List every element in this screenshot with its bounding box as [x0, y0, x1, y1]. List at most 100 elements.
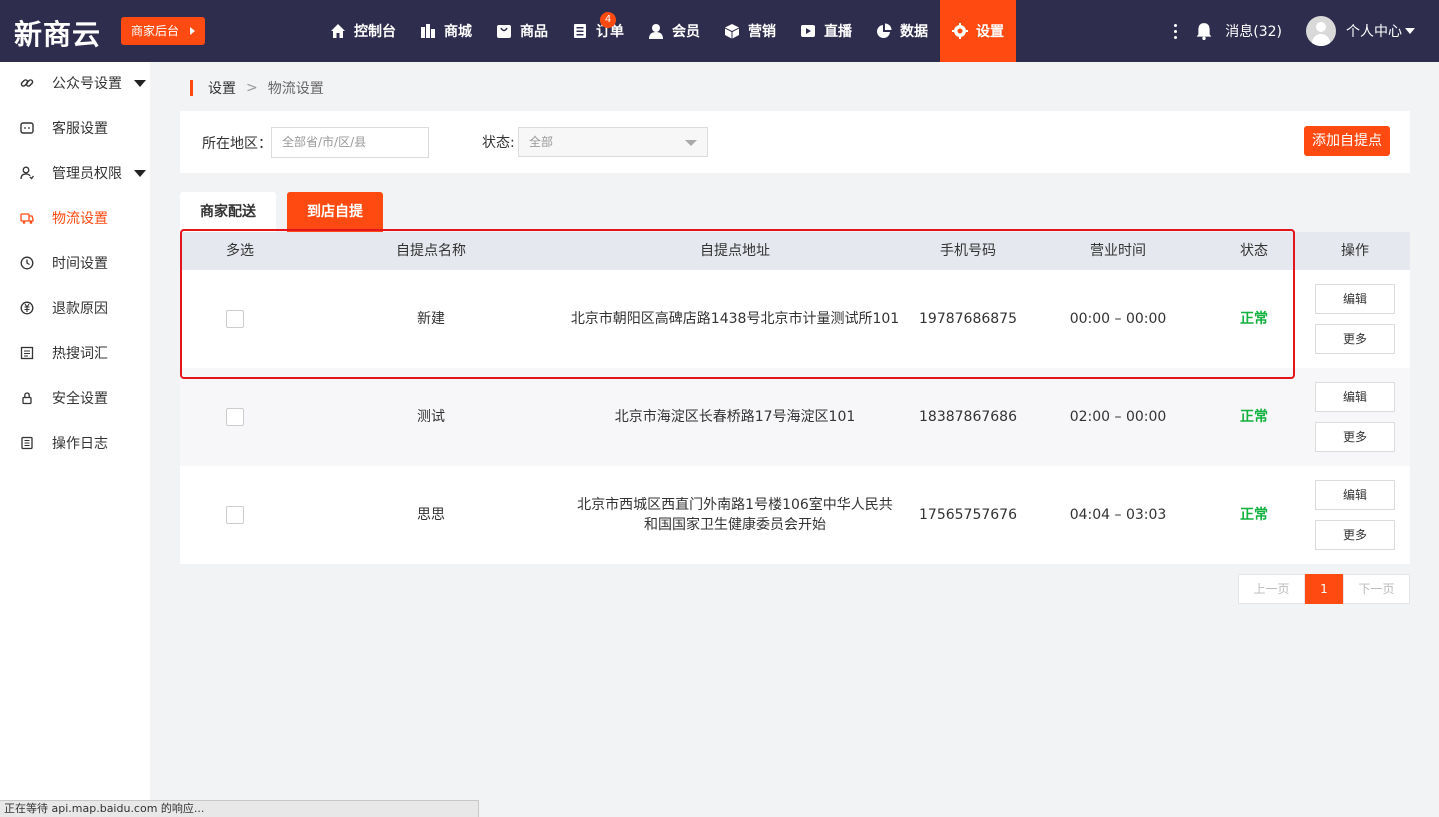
table-header: 多选 自提点名称 自提点地址 手机号码 营业时间 状态 操作	[180, 232, 1410, 270]
pickup-name: 思思	[417, 507, 445, 523]
delivery-tabs: 商家配送 到店自提	[180, 192, 394, 232]
more-vertical-icon[interactable]	[1165, 21, 1185, 41]
sidebar-item-label: 热搜词汇	[52, 346, 108, 362]
column-header-hours: 营业时间	[1090, 243, 1146, 259]
top-right-area: 消息(32) 个人中心	[1165, 0, 1439, 62]
sidebar-item-wechat-settings[interactable]: 公众号设置	[0, 63, 150, 103]
profile-menu[interactable]: 个人中心	[1346, 21, 1415, 41]
nav-label: 数据	[900, 24, 928, 40]
edit-button[interactable]: 编辑	[1315, 382, 1395, 412]
home-icon	[331, 24, 345, 38]
table-row: 新建 北京市朝阳区高碑店路1438号北京市计量测试所101 1978768687…	[180, 270, 1410, 368]
nav-label: 商品	[520, 24, 548, 40]
sidebar-item-operation-log[interactable]: 操作日志	[0, 423, 150, 463]
region-label: 所在地区：	[202, 136, 272, 152]
edit-button[interactable]: 编辑	[1315, 284, 1395, 314]
pickup-address: 北京市朝阳区高碑店路1438号北京市计量测试所101	[570, 311, 900, 327]
pickup-address: 北京市西城区西直门外南路1号楼106室中华人民共和国国家卫生健康委员会开始	[577, 497, 893, 533]
messages-link[interactable]: 消息(32)	[1225, 21, 1282, 41]
link-icon	[20, 79, 34, 87]
table-row: 思思 北京市西城区西直门外南路1号楼106室中华人民共和国国家卫生健康委员会开始…	[180, 466, 1410, 564]
nav-item-orders[interactable]: 订单 4	[560, 0, 636, 62]
sidebar-item-time-settings[interactable]: 时间设置	[0, 243, 150, 283]
sidebar-item-refund-reasons[interactable]: 退款原因	[0, 288, 150, 328]
caret-down-icon	[134, 170, 146, 177]
row-checkbox[interactable]	[226, 310, 244, 328]
next-page-button[interactable]: 下一页	[1343, 574, 1410, 604]
sidebar-item-label: 操作日志	[52, 436, 108, 452]
merchant-backend-label: 商家后台	[131, 24, 180, 38]
chat-icon	[20, 122, 34, 134]
sidebar-item-security[interactable]: 安全设置	[0, 378, 150, 418]
breadcrumb-separator: >	[246, 80, 258, 96]
sidebar-item-logistics[interactable]: 物流设置	[0, 198, 150, 238]
nav-item-settings[interactable]: 设置	[940, 0, 1016, 62]
tab-store-pickup[interactable]: 到店自提	[287, 192, 383, 232]
row-actions: 编辑 更多	[1315, 466, 1395, 564]
column-header-select: 多选	[226, 243, 254, 259]
pickup-phone: 19787686875	[919, 311, 1017, 327]
filter-bar: 所在地区： 全部省/市/区/县 状态: 全部 添加自提点	[180, 111, 1410, 173]
page-number-button[interactable]: 1	[1305, 574, 1343, 604]
breadcrumb-current: 物流设置	[267, 81, 324, 97]
main-nav: 控制台 商城 商品 订单 4 会员 营销 直播 数据 设置	[318, 0, 1016, 62]
more-button[interactable]: 更多	[1315, 324, 1395, 354]
refund-icon	[20, 301, 34, 315]
sidebar: 公众号设置 客服设置 管理员权限 物流设置 时间设置 退款原因 热搜词汇 安全设…	[0, 62, 150, 817]
mall-icon	[421, 24, 435, 38]
sidebar-item-customer-service[interactable]: 客服设置	[0, 108, 150, 148]
order-icon	[574, 24, 586, 38]
row-checkbox[interactable]	[226, 506, 244, 524]
nav-item-live[interactable]: 直播	[788, 0, 864, 62]
more-button[interactable]: 更多	[1315, 422, 1395, 452]
pickup-name: 新建	[417, 311, 445, 327]
breadcrumb: 设置 > 物流设置	[190, 78, 324, 98]
status-select-value: 全部	[529, 135, 554, 149]
bell-icon[interactable]	[1195, 22, 1213, 40]
browser-status-bar: 正在等待 api.map.baidu.com 的响应...	[0, 800, 479, 817]
merchant-backend-button[interactable]: 商家后台	[121, 17, 206, 45]
lock-icon	[22, 392, 32, 405]
nav-item-data[interactable]: 数据	[864, 0, 940, 62]
clock-icon	[20, 256, 34, 270]
prev-page-button[interactable]: 上一页	[1238, 574, 1305, 604]
avatar[interactable]	[1306, 16, 1336, 46]
breadcrumb-root[interactable]: 设置	[208, 78, 236, 98]
sidebar-item-label: 物流设置	[52, 211, 108, 227]
nav-item-members[interactable]: 会员	[636, 0, 712, 62]
pickup-hours: 00:00 – 00:00	[1069, 311, 1167, 327]
live-icon	[801, 25, 815, 37]
breadcrumb-accent-bar	[190, 80, 193, 96]
shopping-bag-icon	[497, 25, 511, 38]
column-header-address: 自提点地址	[700, 243, 770, 259]
chevron-down-icon	[685, 140, 697, 146]
sidebar-item-label: 退款原因	[52, 301, 108, 317]
app-logo[interactable]: 新商云	[14, 13, 101, 53]
table-row: 测试 北京市海淀区长春桥路17号海淀区101 18387867686 02:00…	[180, 368, 1410, 466]
nav-item-mall[interactable]: 商城	[408, 0, 484, 62]
edit-button[interactable]: 编辑	[1315, 480, 1395, 510]
caret-down-icon	[1405, 28, 1415, 34]
caret-right-icon	[190, 27, 196, 35]
sidebar-item-admin-permissions[interactable]: 管理员权限	[0, 153, 150, 193]
row-actions: 编辑 更多	[1315, 270, 1395, 368]
status-select[interactable]: 全部	[518, 127, 708, 157]
pickup-address: 北京市海淀区长春桥路17号海淀区101	[614, 409, 856, 425]
nav-item-marketing[interactable]: 营销	[712, 0, 788, 62]
region-picker[interactable]: 全部省/市/区/县	[271, 127, 429, 158]
member-icon	[649, 24, 663, 39]
tab-merchant-delivery[interactable]: 商家配送	[180, 192, 276, 232]
nav-item-products[interactable]: 商品	[484, 0, 560, 62]
list-icon	[20, 346, 34, 360]
sidebar-item-label: 安全设置	[52, 391, 108, 407]
sidebar-item-hot-search[interactable]: 热搜词汇	[0, 333, 150, 373]
pickup-name: 测试	[417, 409, 445, 425]
add-pickup-point-button[interactable]: 添加自提点	[1304, 126, 1390, 156]
nav-item-dashboard[interactable]: 控制台	[318, 0, 408, 62]
sidebar-item-label: 客服设置	[52, 121, 108, 137]
top-navbar: 新商云 商家后台 控制台 商城 商品 订单 4 会员 营销 直播 数据 设置 消…	[0, 0, 1439, 62]
more-button[interactable]: 更多	[1315, 520, 1395, 550]
pickup-points-table: 多选 自提点名称 自提点地址 手机号码 营业时间 状态 操作 新建 北京市朝阳区…	[180, 232, 1410, 564]
row-checkbox[interactable]	[226, 408, 244, 426]
status-badge: 正常	[1240, 311, 1268, 327]
